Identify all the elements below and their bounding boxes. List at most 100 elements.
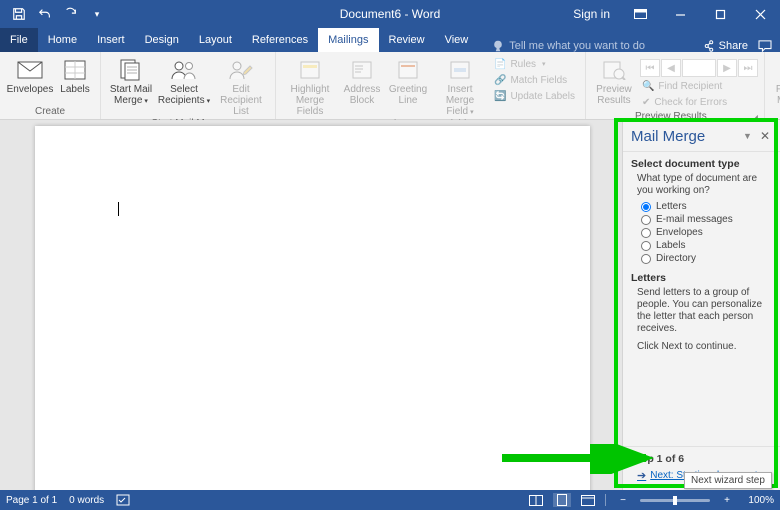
sign-in-button[interactable]: Sign in	[563, 0, 620, 28]
ribbon: Envelopes Labels Create Start Mail Merge…	[0, 52, 780, 120]
proofing-icon[interactable]	[116, 494, 130, 506]
tell-me-label: Tell me what you want to do	[509, 40, 645, 52]
edit-recipient-list-button: Edit Recipient List	[213, 54, 269, 117]
titlebar-right: Sign in	[563, 0, 780, 28]
insert-field-icon	[445, 57, 475, 83]
tab-layout[interactable]: Layout	[189, 28, 242, 52]
start-mail-merge-button[interactable]: Start Mail Merge▾	[107, 54, 155, 117]
tab-view[interactable]: View	[435, 28, 479, 52]
doctype-option-labels[interactable]: Labels	[641, 240, 772, 251]
section-title: Select document type	[631, 158, 772, 170]
prev-record-icon: ◀	[661, 59, 681, 77]
status-bar: Page 1 of 1 0 words − + 100%	[0, 490, 780, 510]
ribbon-display-options-icon[interactable]	[620, 0, 660, 28]
group-start-mail-merge: Start Mail Merge▾ Select Recipients▾ Edi…	[101, 52, 276, 119]
tab-review[interactable]: Review	[379, 28, 435, 52]
tab-mailings[interactable]: Mailings	[318, 28, 378, 52]
start-merge-icon	[116, 57, 146, 83]
update-labels-button: 🔄Update Labels	[490, 88, 579, 104]
group-write-insert: Highlight Merge Fields Address Block Gre…	[276, 52, 586, 119]
tab-insert[interactable]: Insert	[87, 28, 135, 52]
arrow-right-icon: ➔	[637, 469, 646, 482]
greeting-line-button: Greeting Line	[386, 54, 430, 118]
tab-home[interactable]: Home	[38, 28, 87, 52]
tab-references[interactable]: References	[242, 28, 318, 52]
print-layout-icon[interactable]	[553, 493, 571, 507]
step-label: Step 1 of 6	[631, 453, 772, 465]
finish-merge-button: Finish & Merge▾	[771, 54, 780, 107]
preview-icon	[599, 57, 629, 83]
word-count[interactable]: 0 words	[69, 495, 104, 506]
find-icon: 🔍	[642, 81, 654, 92]
rules-button: 📄Rules▾	[490, 56, 579, 72]
zoom-slider[interactable]	[640, 499, 710, 502]
group-create-label: Create	[6, 105, 94, 119]
document-title: Document6 - Word	[340, 7, 440, 21]
continue-hint: Click Next to continue.	[637, 341, 772, 353]
document-page[interactable]	[35, 126, 590, 490]
tab-file[interactable]: File	[0, 28, 38, 52]
document-area[interactable]	[0, 120, 622, 490]
match-fields-button: 🔗Match Fields	[490, 72, 579, 88]
labels-button[interactable]: Labels	[56, 54, 94, 105]
letters-title: Letters	[631, 272, 772, 284]
recipients-icon	[169, 57, 199, 83]
record-number	[682, 59, 716, 77]
close-icon[interactable]	[740, 0, 780, 28]
redo-icon[interactable]	[60, 3, 82, 25]
doctype-option-letters[interactable]: Letters	[641, 201, 772, 212]
share-label: Share	[719, 40, 748, 52]
doctype-option-envelopes[interactable]: Envelopes	[641, 227, 772, 238]
address-block-button: Address Block	[340, 54, 384, 118]
labels-icon	[60, 57, 90, 83]
taskpane-close-icon[interactable]: ✕	[758, 127, 772, 145]
zoom-in-icon[interactable]: +	[718, 493, 736, 507]
workspace: Mail Merge ▼ ✕ Select document type What…	[0, 120, 780, 490]
envelopes-button[interactable]: Envelopes	[6, 54, 54, 105]
save-icon[interactable]	[8, 3, 30, 25]
group-finish-label: Finish	[771, 107, 780, 121]
maximize-icon[interactable]	[700, 0, 740, 28]
section-question: What type of document are you working on…	[637, 173, 772, 197]
letters-description: Send letters to a group of people. You c…	[637, 287, 772, 335]
share-button[interactable]: Share	[703, 40, 748, 52]
highlight-icon	[295, 57, 325, 83]
mail-merge-taskpane: Mail Merge ▼ ✕ Select document type What…	[622, 120, 780, 490]
page-indicator[interactable]: Page 1 of 1	[6, 495, 57, 506]
rules-icon: 📄	[494, 59, 506, 70]
select-recipients-button[interactable]: Select Recipients▾	[157, 54, 211, 117]
find-recipient-button: 🔍Find Recipient	[638, 78, 758, 94]
check-icon: ✔	[642, 97, 650, 108]
web-layout-icon[interactable]	[579, 493, 597, 507]
group-finish: Finish & Merge▾ Finish	[765, 52, 780, 119]
update-icon: 🔄	[494, 91, 506, 102]
minimize-icon[interactable]	[660, 0, 700, 28]
ribbon-tabs: File HomeInsertDesignLayoutReferencesMai…	[0, 28, 780, 52]
read-mode-icon[interactable]	[527, 493, 545, 507]
highlight-fields-button: Highlight Merge Fields	[282, 54, 338, 118]
doctype-option-directory[interactable]: Directory	[641, 253, 772, 264]
comments-icon[interactable]	[758, 40, 772, 52]
greeting-icon	[393, 57, 423, 83]
check-errors-button: ✔Check for Errors	[638, 94, 758, 110]
first-record-icon: ⏮	[640, 59, 660, 77]
group-create: Envelopes Labels Create	[0, 52, 101, 119]
group-preview: Preview Results ⏮ ◀ ▶ ⏭ 🔍Find Recipient …	[586, 52, 765, 119]
next-record-icon: ▶	[717, 59, 737, 77]
next-step-tooltip: Next wizard step	[684, 472, 772, 489]
zoom-level[interactable]: 100%	[744, 495, 774, 506]
tab-design[interactable]: Design	[135, 28, 189, 52]
last-record-icon: ⏭	[738, 59, 758, 77]
quick-access-toolbar: ▾	[0, 3, 108, 25]
address-icon	[347, 57, 377, 83]
record-nav: ⏮ ◀ ▶ ⏭	[638, 56, 758, 77]
undo-icon[interactable]	[34, 3, 56, 25]
qat-customize-icon[interactable]: ▾	[86, 3, 108, 25]
preview-results-button: Preview Results	[592, 54, 636, 110]
tell-me-search[interactable]: Tell me what you want to do	[492, 40, 645, 52]
zoom-out-icon[interactable]: −	[614, 493, 632, 507]
taskpane-title: Mail Merge	[631, 128, 705, 145]
taskpane-options-icon[interactable]: ▼	[743, 131, 752, 141]
title-bar: ▾ Document6 - Word Sign in	[0, 0, 780, 28]
doctype-option-e-mail-messages[interactable]: E-mail messages	[641, 214, 772, 225]
